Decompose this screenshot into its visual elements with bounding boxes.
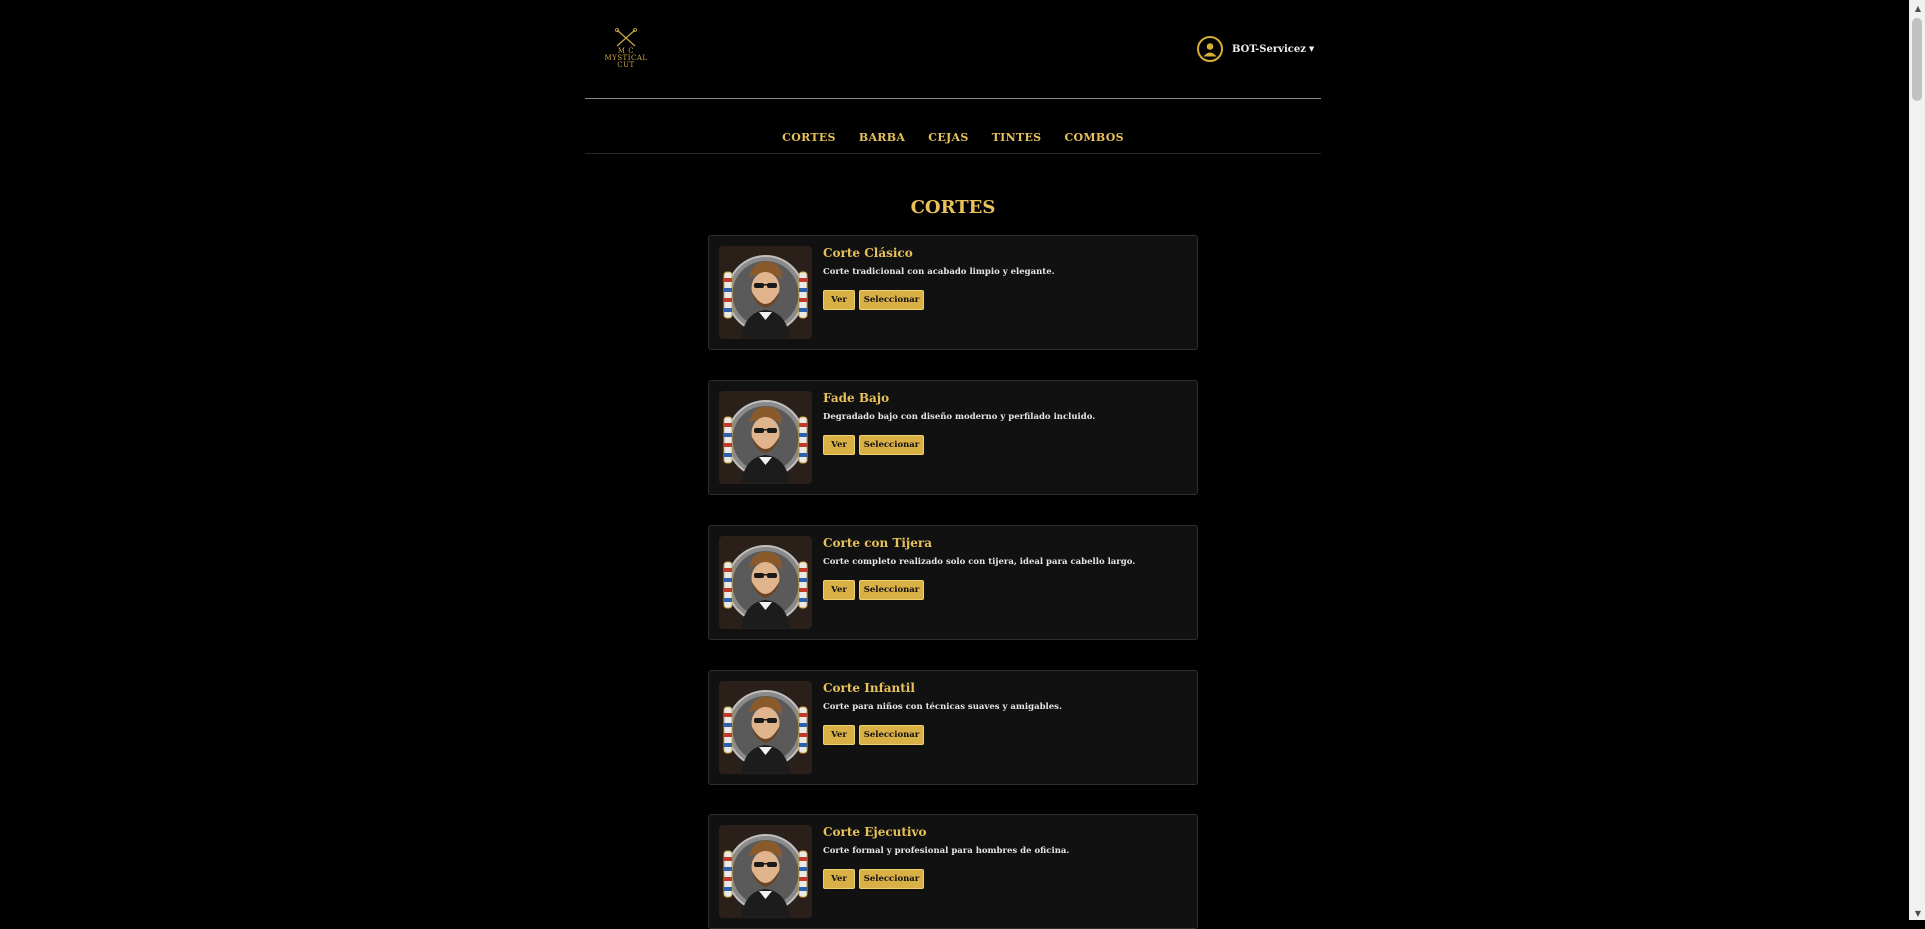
- avatar: [1197, 36, 1223, 62]
- service-title: Fade Bajo: [823, 391, 890, 405]
- select-button[interactable]: Seleccionar: [859, 435, 924, 455]
- service-image: [719, 391, 812, 484]
- service-card: Fade Bajo Degradado bajo con diseño mode…: [708, 380, 1198, 495]
- nav-item-cejas[interactable]: CEJAS: [928, 131, 968, 144]
- select-button[interactable]: Seleccionar: [859, 580, 924, 600]
- view-button[interactable]: Ver: [823, 580, 855, 600]
- service-card: Corte Infantil Corte para niños con técn…: [708, 670, 1198, 785]
- view-button[interactable]: Ver: [823, 869, 855, 889]
- service-card: Corte con Tijera Corte completo realizad…: [708, 525, 1198, 640]
- caret-down-icon: ▼: [1308, 45, 1315, 53]
- user-name: BOT-Servicez: [1232, 43, 1306, 55]
- category-nav: CORTES BARBA CEJAS TINTES COMBOS: [585, 126, 1321, 145]
- service-image: [719, 536, 812, 629]
- view-button[interactable]: Ver: [823, 290, 855, 310]
- service-card: Corte Ejecutivo Corte formal y profesion…: [708, 814, 1198, 929]
- service-card: Corte Clásico Corte tradicional con acab…: [708, 235, 1198, 350]
- scrollbar-thumb[interactable]: [1912, 18, 1922, 101]
- service-image: [719, 681, 812, 774]
- service-description: Corte completo realizado solo con tijera…: [823, 557, 1136, 567]
- nav-item-tintes[interactable]: TINTES: [992, 131, 1042, 144]
- service-description: Degradado bajo con diseño moderno y perf…: [823, 412, 1096, 422]
- service-description: Corte tradicional con acabado limpio y e…: [823, 267, 1055, 277]
- page-container: M C MYSTICAL CUT BOT-Servicez ▼ CORTES B…: [585, 0, 1321, 929]
- service-title: Corte con Tijera: [823, 536, 933, 550]
- service-image: [719, 246, 812, 339]
- service-title: Corte Clásico: [823, 246, 913, 260]
- service-title: Corte Ejecutivo: [823, 825, 927, 839]
- nav-divider: [585, 153, 1321, 154]
- section-title: CORTES: [910, 197, 996, 218]
- logo-subname: CUT: [617, 61, 635, 69]
- service-description: Corte para niños con técnicas suaves y a…: [823, 702, 1062, 712]
- scroll-up-arrow-icon[interactable]: ▲: [1915, 4, 1921, 13]
- service-title: Corte Infantil: [823, 681, 915, 695]
- brand-logo[interactable]: M C MYSTICAL CUT: [601, 28, 651, 72]
- scissors-icon: [615, 28, 637, 47]
- select-button[interactable]: Seleccionar: [859, 869, 924, 889]
- vertical-scrollbar[interactable]: ▲ ▼: [1909, 0, 1925, 920]
- scroll-down-arrow-icon[interactable]: ▼: [1915, 909, 1921, 918]
- service-image: [719, 825, 812, 918]
- select-button[interactable]: Seleccionar: [859, 725, 924, 745]
- view-button[interactable]: Ver: [823, 435, 855, 455]
- nav-item-barba[interactable]: BARBA: [859, 131, 905, 144]
- header-divider: [585, 98, 1321, 99]
- user-icon: [1203, 43, 1217, 57]
- select-button[interactable]: Seleccionar: [859, 290, 924, 310]
- user-menu[interactable]: BOT-Servicez ▼: [1197, 34, 1314, 64]
- nav-item-combos[interactable]: COMBOS: [1064, 131, 1123, 144]
- nav-item-cortes[interactable]: CORTES: [782, 131, 836, 144]
- view-button[interactable]: Ver: [823, 725, 855, 745]
- service-description: Corte formal y profesional para hombres …: [823, 846, 1070, 856]
